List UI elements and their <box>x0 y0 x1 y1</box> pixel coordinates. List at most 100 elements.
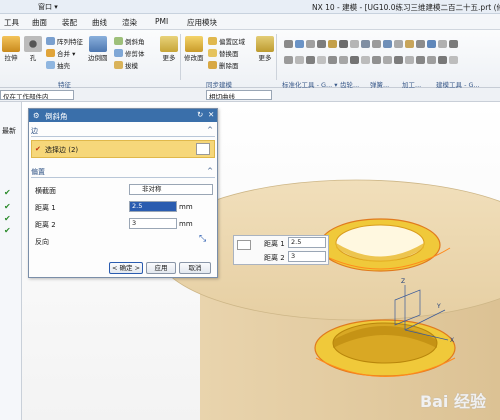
pattern-feature-button[interactable]: 阵列特征 <box>46 36 83 46</box>
hole-label: 孔 <box>29 54 37 62</box>
ribbon-separator <box>180 34 181 80</box>
dialog-title: 倒斜角 <box>45 112 68 121</box>
chamfer-button[interactable]: 倒斜角 <box>114 36 145 46</box>
shell-button[interactable]: 抽壳 <box>46 60 70 70</box>
apply-button[interactable]: 应用 <box>146 262 176 274</box>
replace-face-button[interactable]: 替换面 <box>208 48 239 58</box>
reverse-direction-icon[interactable]: ⤡ <box>199 234 206 244</box>
tool-icon <box>317 56 326 64</box>
menu-render[interactable]: 渲染 <box>122 17 137 28</box>
tool-icon <box>339 56 348 64</box>
modify-face-icon <box>184 36 203 52</box>
close-icon[interactable]: ✕ <box>208 110 214 119</box>
cross-section-label: 横截面 <box>35 187 56 195</box>
tool-icon <box>317 40 326 48</box>
tool-icon <box>416 56 425 64</box>
check-icon: ✔ <box>4 188 11 197</box>
cross-section-icon[interactable] <box>237 240 251 250</box>
trim-body-button[interactable]: 修剪体 <box>114 48 145 58</box>
cancel-button[interactable]: 取消 <box>179 262 211 274</box>
chevron-up-icon[interactable]: ^ <box>207 167 213 175</box>
delete-face-button[interactable]: 删除面 <box>208 60 239 70</box>
more-icon <box>160 36 178 52</box>
more-features-button[interactable]: 更多 <box>160 36 178 62</box>
offset-section-header[interactable]: 偏置 ^ <box>31 167 215 178</box>
unite-icon <box>46 49 55 57</box>
menu-pmi[interactable]: PMI <box>155 17 168 26</box>
reset-icon[interactable]: ↻ <box>197 110 203 119</box>
offset-region-button[interactable]: 偏置区域 <box>208 36 245 46</box>
distance2-input[interactable]: 3 <box>129 218 177 229</box>
replace-face-icon <box>208 49 217 57</box>
curve-rule-select[interactable]: 相切曲线 <box>206 90 272 100</box>
tool-icon <box>405 56 414 64</box>
more-sync-button[interactable]: 更多 <box>256 36 274 62</box>
ribbon: 拉伸 孔 阵列特征 合并 ▾ 抽壳 边倒圆 倒斜角 修剪体 拔模 更多 修改面 … <box>0 30 500 89</box>
window-menu[interactable]: 窗口 ▾ <box>38 2 58 12</box>
float-distance1-label: 距离 1 <box>264 240 285 248</box>
menu-tools[interactable]: 工具 <box>4 17 19 28</box>
tool-icon <box>416 40 425 48</box>
reverse-label: 反向 <box>35 238 49 246</box>
standard-tools-icons[interactable] <box>284 40 458 48</box>
offset-region-icon <box>208 37 217 45</box>
axis-x-label: X <box>450 337 454 344</box>
menu-bar: 工具 曲面 装配 曲线 渲染 PMI 应用模块 <box>0 14 500 30</box>
tool-icon <box>394 56 403 64</box>
select-edge-row[interactable]: ✔ 选择边 (2) <box>31 140 215 158</box>
menu-applications[interactable]: 应用模块 <box>187 17 217 28</box>
edge-blend-button[interactable]: 边倒圆 <box>88 36 108 62</box>
tool-icon <box>328 56 337 64</box>
float-distance2-label: 距离 2 <box>264 254 285 262</box>
shell-label: 抽壳 <box>57 62 70 70</box>
unite-label: 合并 ▾ <box>57 50 76 58</box>
cross-section-select[interactable]: 非对称 <box>129 184 213 195</box>
distance2-unit[interactable]: mm <box>179 220 193 228</box>
hole-button[interactable]: 孔 <box>24 36 42 62</box>
modify-face-button[interactable]: 修改面 <box>184 36 204 62</box>
menu-curve[interactable]: 曲线 <box>92 17 107 28</box>
unite-button[interactable]: 合并 ▾ <box>46 48 75 58</box>
float-distance1-input[interactable]: 2.5 <box>288 237 326 248</box>
chamfer-dialog: ⚙ 倒斜角 ↻ ✕ 边 ^ ✔ 选择边 (2) 偏置 ^ 横截面 非对称 距离 … <box>28 108 218 278</box>
dialog-title-bar[interactable]: ⚙ 倒斜角 ↻ ✕ <box>29 109 217 122</box>
tool-icon <box>350 40 359 48</box>
tool-icon <box>427 40 436 48</box>
tool-icon <box>295 40 304 48</box>
trim-body-icon <box>114 49 123 57</box>
distance1-input[interactable]: 2.5 <box>129 201 177 212</box>
tool-icon <box>449 56 458 64</box>
standard-tools-icons-row2[interactable] <box>284 56 458 64</box>
tool-icon <box>383 40 392 48</box>
more-label: 更多 <box>162 54 176 62</box>
tool-icon <box>405 40 414 48</box>
select-edge-cube-icon[interactable] <box>196 143 210 155</box>
part-navigator-strip: 最新 ✔ ✔ ✔ ✔ <box>0 102 22 420</box>
offset-section-label: 偏置 <box>31 168 45 176</box>
check-icon: ✔ <box>4 214 11 223</box>
scope-filter-select[interactable]: 仅在工作部件内 <box>0 90 74 100</box>
menu-assembly[interactable]: 装配 <box>62 17 77 28</box>
draft-button[interactable]: 拔模 <box>114 60 138 70</box>
tool-icon <box>372 40 381 48</box>
edge-blend-label: 边倒圆 <box>88 54 108 62</box>
extrude-label: 拉伸 <box>4 54 18 62</box>
extrude-button[interactable]: 拉伸 <box>2 36 20 62</box>
replace-face-label: 替换面 <box>219 50 239 58</box>
tool-icon <box>328 40 337 48</box>
edge-section-header[interactable]: 边 ^ <box>31 126 215 137</box>
selection-marker-icon: ✔ <box>35 145 41 153</box>
tool-icon <box>427 56 436 64</box>
menu-surface[interactable]: 曲面 <box>32 17 47 28</box>
tool-icon <box>372 56 381 64</box>
shell-icon <box>46 61 55 69</box>
chevron-up-icon[interactable]: ^ <box>207 126 213 134</box>
ok-button[interactable]: < 确定 > <box>109 262 143 274</box>
pattern-icon <box>46 37 55 45</box>
window-title: NX 10 - 建模 - [UG10.0练习三维建模二百二十五.prt (修改 <box>312 3 500 12</box>
more-sync-label: 更多 <box>258 54 272 62</box>
distance1-unit[interactable]: mm <box>179 203 193 211</box>
float-distance2-input[interactable]: 3 <box>288 251 326 262</box>
tool-icon <box>394 40 403 48</box>
gear-icon: ⚙ <box>33 111 40 120</box>
